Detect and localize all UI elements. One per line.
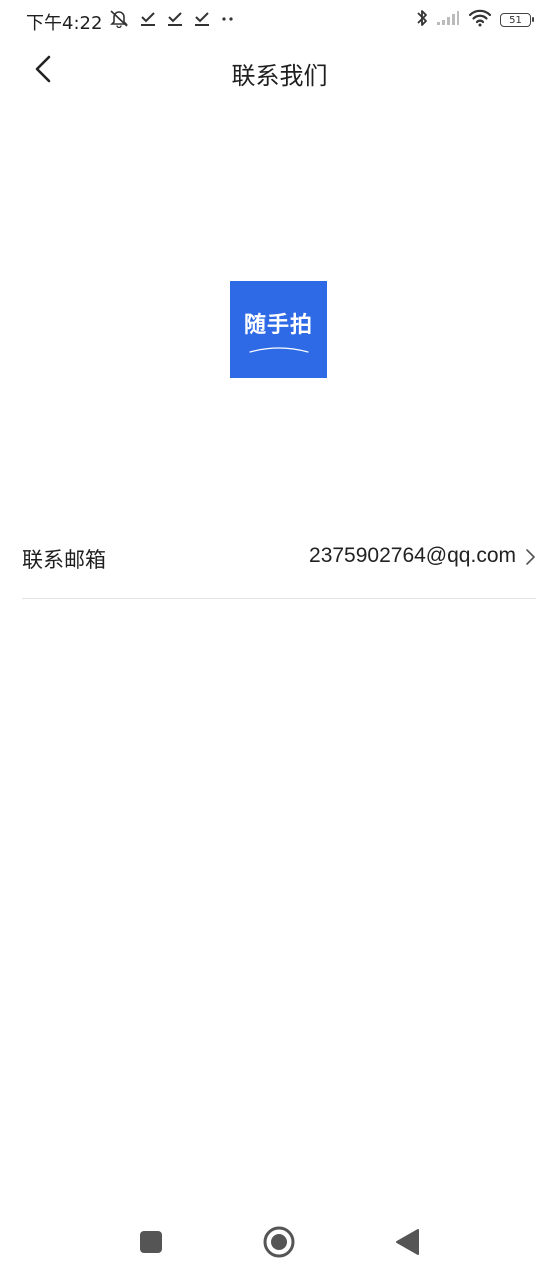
signal-icon: [436, 10, 460, 30]
download-done-icon: [166, 9, 184, 31]
bluetooth-icon: [416, 8, 428, 32]
more-dots-icon: [220, 9, 236, 31]
nav-back-button[interactable]: [389, 1226, 425, 1262]
header: 联系我们: [0, 42, 559, 100]
contact-email-row[interactable]: 联系邮箱 2375902764@qq.com: [22, 522, 536, 599]
status-bar: 下午4:22 51: [0, 0, 559, 42]
recents-square-icon: [139, 1230, 163, 1258]
bell-off-icon: [108, 8, 130, 32]
battery-icon: 51: [500, 13, 534, 27]
recents-button[interactable]: [133, 1226, 169, 1262]
contact-email-label: 联系邮箱: [22, 548, 106, 572]
home-button[interactable]: [261, 1226, 297, 1262]
download-done-icon: [193, 9, 211, 31]
logo-swoosh-icon: [249, 347, 309, 353]
back-triangle-icon: [394, 1228, 420, 1260]
download-done-icon: [139, 9, 157, 31]
system-nav-bar: [0, 1210, 559, 1280]
app-logo: 随手拍: [230, 281, 327, 378]
home-circle-icon: [262, 1225, 296, 1263]
contact-email-value: 2375902764@qq.com: [309, 544, 516, 567]
app-logo-text: 随手拍: [243, 313, 313, 338]
status-right-icons: 51: [416, 8, 534, 32]
wifi-icon: [468, 9, 492, 31]
page-title: 联系我们: [231, 62, 328, 90]
chevron-right-icon: [526, 549, 535, 565]
status-time: 下午4:22: [26, 13, 103, 34]
status-left-icons: [108, 8, 236, 32]
battery-level: 51: [509, 14, 522, 26]
